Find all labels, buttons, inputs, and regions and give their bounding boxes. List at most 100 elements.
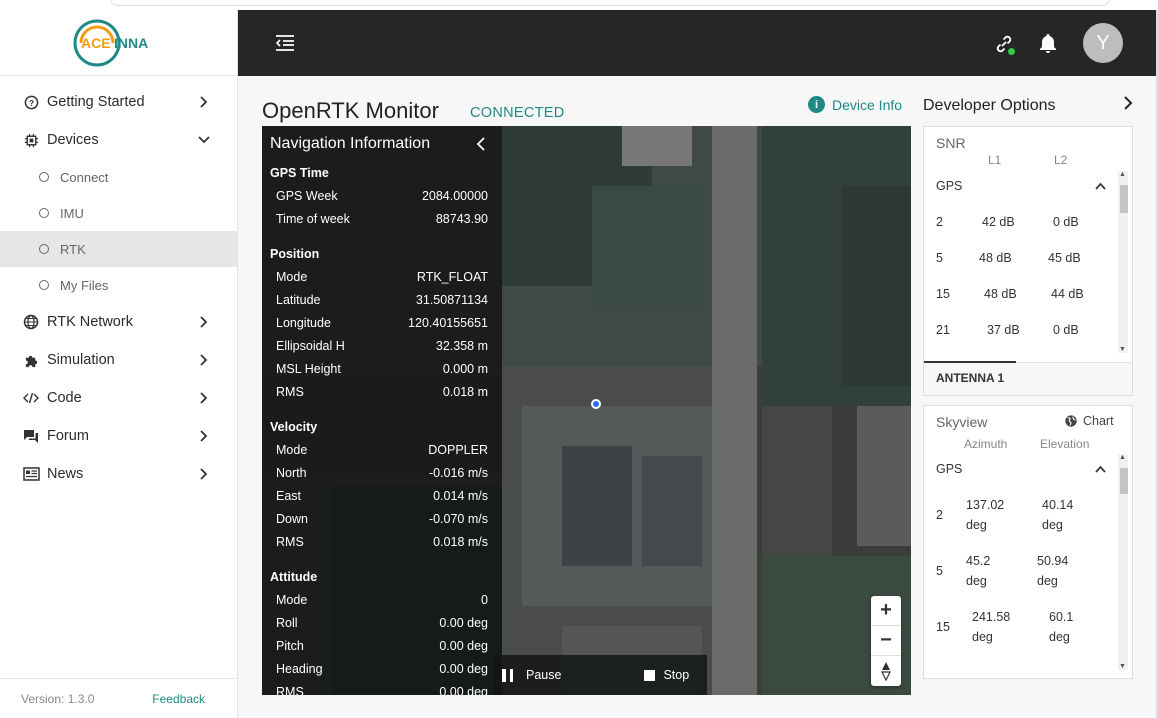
zoom-out-button[interactable]: − [871,626,901,656]
chart-button[interactable]: Chart [1064,414,1114,428]
navigation-info-header: Navigation Information [262,126,502,162]
info-key: Down [276,512,308,526]
info-row: East 0.014 m/s [262,485,502,508]
info-value: 0.018 m [442,385,488,399]
bell-icon[interactable] [1038,32,1060,56]
snr-prn: 5 [936,251,943,265]
skyview-row: 15 241.58 deg 60.1 deg [936,610,1106,650]
stop-label: Stop [663,668,690,682]
skyview-elevation-unit: deg [1049,630,1070,644]
info-value: 31.50871134 [415,293,488,307]
compass-button[interactable] [871,656,901,686]
info-key: Pitch [276,639,304,653]
info-row: Mode 0 [262,589,502,612]
info-value: 0.00 deg [439,639,488,653]
pause-button[interactable]: Pause [502,668,561,682]
skyview-elevation: 40.14 [1042,498,1074,512]
menu-collapse-icon[interactable] [274,32,296,54]
skyview-group-label: GPS [936,462,963,476]
scroll-up-icon[interactable]: ▲ [1119,171,1126,178]
circle-icon [39,280,49,290]
sidebar-subitem-label: My Files [60,277,109,293]
snr-col-l2: L2 [1054,153,1068,167]
navigation-info-panel: Navigation Information GPS Time GPS Week… [262,126,502,695]
sidebar-item-getting-started[interactable]: ? Getting Started [0,83,237,121]
info-key: Latitude [276,293,321,307]
info-key: MSL Height [276,362,341,376]
snr-prn: 2 [936,215,943,229]
compass-icon [881,662,891,681]
info-value: -0.016 m/s [428,466,488,480]
info-key: Mode [276,443,308,457]
scroll-up-icon[interactable]: ▲ [1119,454,1126,461]
chevron-right-icon [197,429,211,443]
chevron-right-icon [197,315,211,329]
feedback-link[interactable]: Feedback [152,692,205,706]
svg-text:ACE: ACE [81,35,111,51]
snr-scrollbar[interactable]: ▲ ▼ [1118,171,1128,353]
skyview-scrollbar[interactable]: ▲ ▼ [1118,454,1128,670]
snr-col-l1: L1 [988,153,1002,167]
chevron-left-icon[interactable] [474,137,488,151]
chip-icon [22,131,40,149]
map-zoom-controls: + − [871,596,901,686]
browser-chrome [0,0,1158,10]
snr-group-label: GPS [936,179,963,193]
zoom-in-button[interactable]: + [871,596,901,626]
info-value: 0.000 m [442,362,488,376]
info-value: DOPPLER [428,443,488,457]
info-key: RMS [276,535,304,549]
link-icon[interactable] [992,32,1016,56]
snr-prn: 15 [936,287,950,301]
info-row: RMS 0.00 deg [262,681,502,695]
snr-l1: 48 dB [984,287,1017,301]
globe-icon [1065,415,1077,427]
sidebar-subitem-my-files[interactable]: My Files [0,267,237,303]
info-row: Longitude 120.40155651 [262,312,502,335]
scroll-down-icon[interactable]: ▼ [1119,663,1126,670]
skyview-row: 5 45.2 deg 50.94 deg [936,554,1106,594]
stop-button[interactable]: Stop [644,668,689,682]
chevron-up-icon [1095,462,1106,476]
sidebar-subitem-rtk[interactable]: RTK [0,231,237,267]
skyview-prn: 15 [936,620,950,634]
avatar[interactable]: Y [1083,23,1123,63]
chevron-right-icon [197,467,211,481]
skyview-azimuth-unit: deg [972,630,993,644]
sidebar-item-devices[interactable]: Devices [0,121,237,159]
sidebar-footer: Version: 1.3.0 Feedback [0,678,238,718]
info-row: GPS Week 2084.00000 [262,185,502,208]
sidebar-item-forum[interactable]: Forum [0,417,237,455]
skyview-azimuth-unit: deg [966,518,987,532]
device-info-button[interactable]: i Device Info [808,96,902,113]
connection-status: CONNECTED [470,105,565,121]
help-circle-icon: ? [22,93,40,111]
snr-gps-group[interactable]: GPS [936,179,1106,193]
circle-icon [39,172,49,182]
logo[interactable]: ACE INNA [0,10,237,76]
info-key: East [276,489,302,503]
sidebar-item-label: Forum [47,428,89,444]
info-key: Longitude [276,316,331,330]
sidebar-item-simulation[interactable]: Simulation [0,341,237,379]
snr-title: SNR [936,135,966,151]
skyview-prn: 5 [936,564,943,578]
developer-options-toggle[interactable]: Developer Options [923,96,1133,115]
sidebar-item-news[interactable]: News [0,455,237,493]
snr-card: SNR L1 L2 GPS 2 42 dB 0 dB 5 48 dB 45 dB 15 4… [923,126,1133,396]
map-view[interactable]: Navigation Information GPS Time GPS Week… [262,126,911,695]
sidebar-item-code[interactable]: Code [0,379,237,417]
info-value: -0.070 m/s [428,512,488,526]
info-row: Heading 0.00 deg [262,658,502,681]
sidebar-subitem-imu[interactable]: IMU [0,195,237,231]
info-row: Time of week 88743.90 [262,208,502,231]
skyview-gps-group[interactable]: GPS [936,462,1106,476]
info-value: 2084.00000 [421,189,488,203]
info-key: RMS [276,385,304,399]
tab-antenna-1[interactable]: ANTENNA 1 [924,361,1016,394]
sidebar-subitem-connect[interactable]: Connect [0,159,237,195]
scroll-down-icon[interactable]: ▼ [1119,346,1126,353]
sidebar-subitem-label: IMU [60,205,84,221]
info-row: RMS 0.018 m [262,381,502,404]
sidebar-item-rtk-network[interactable]: RTK Network [0,303,237,341]
